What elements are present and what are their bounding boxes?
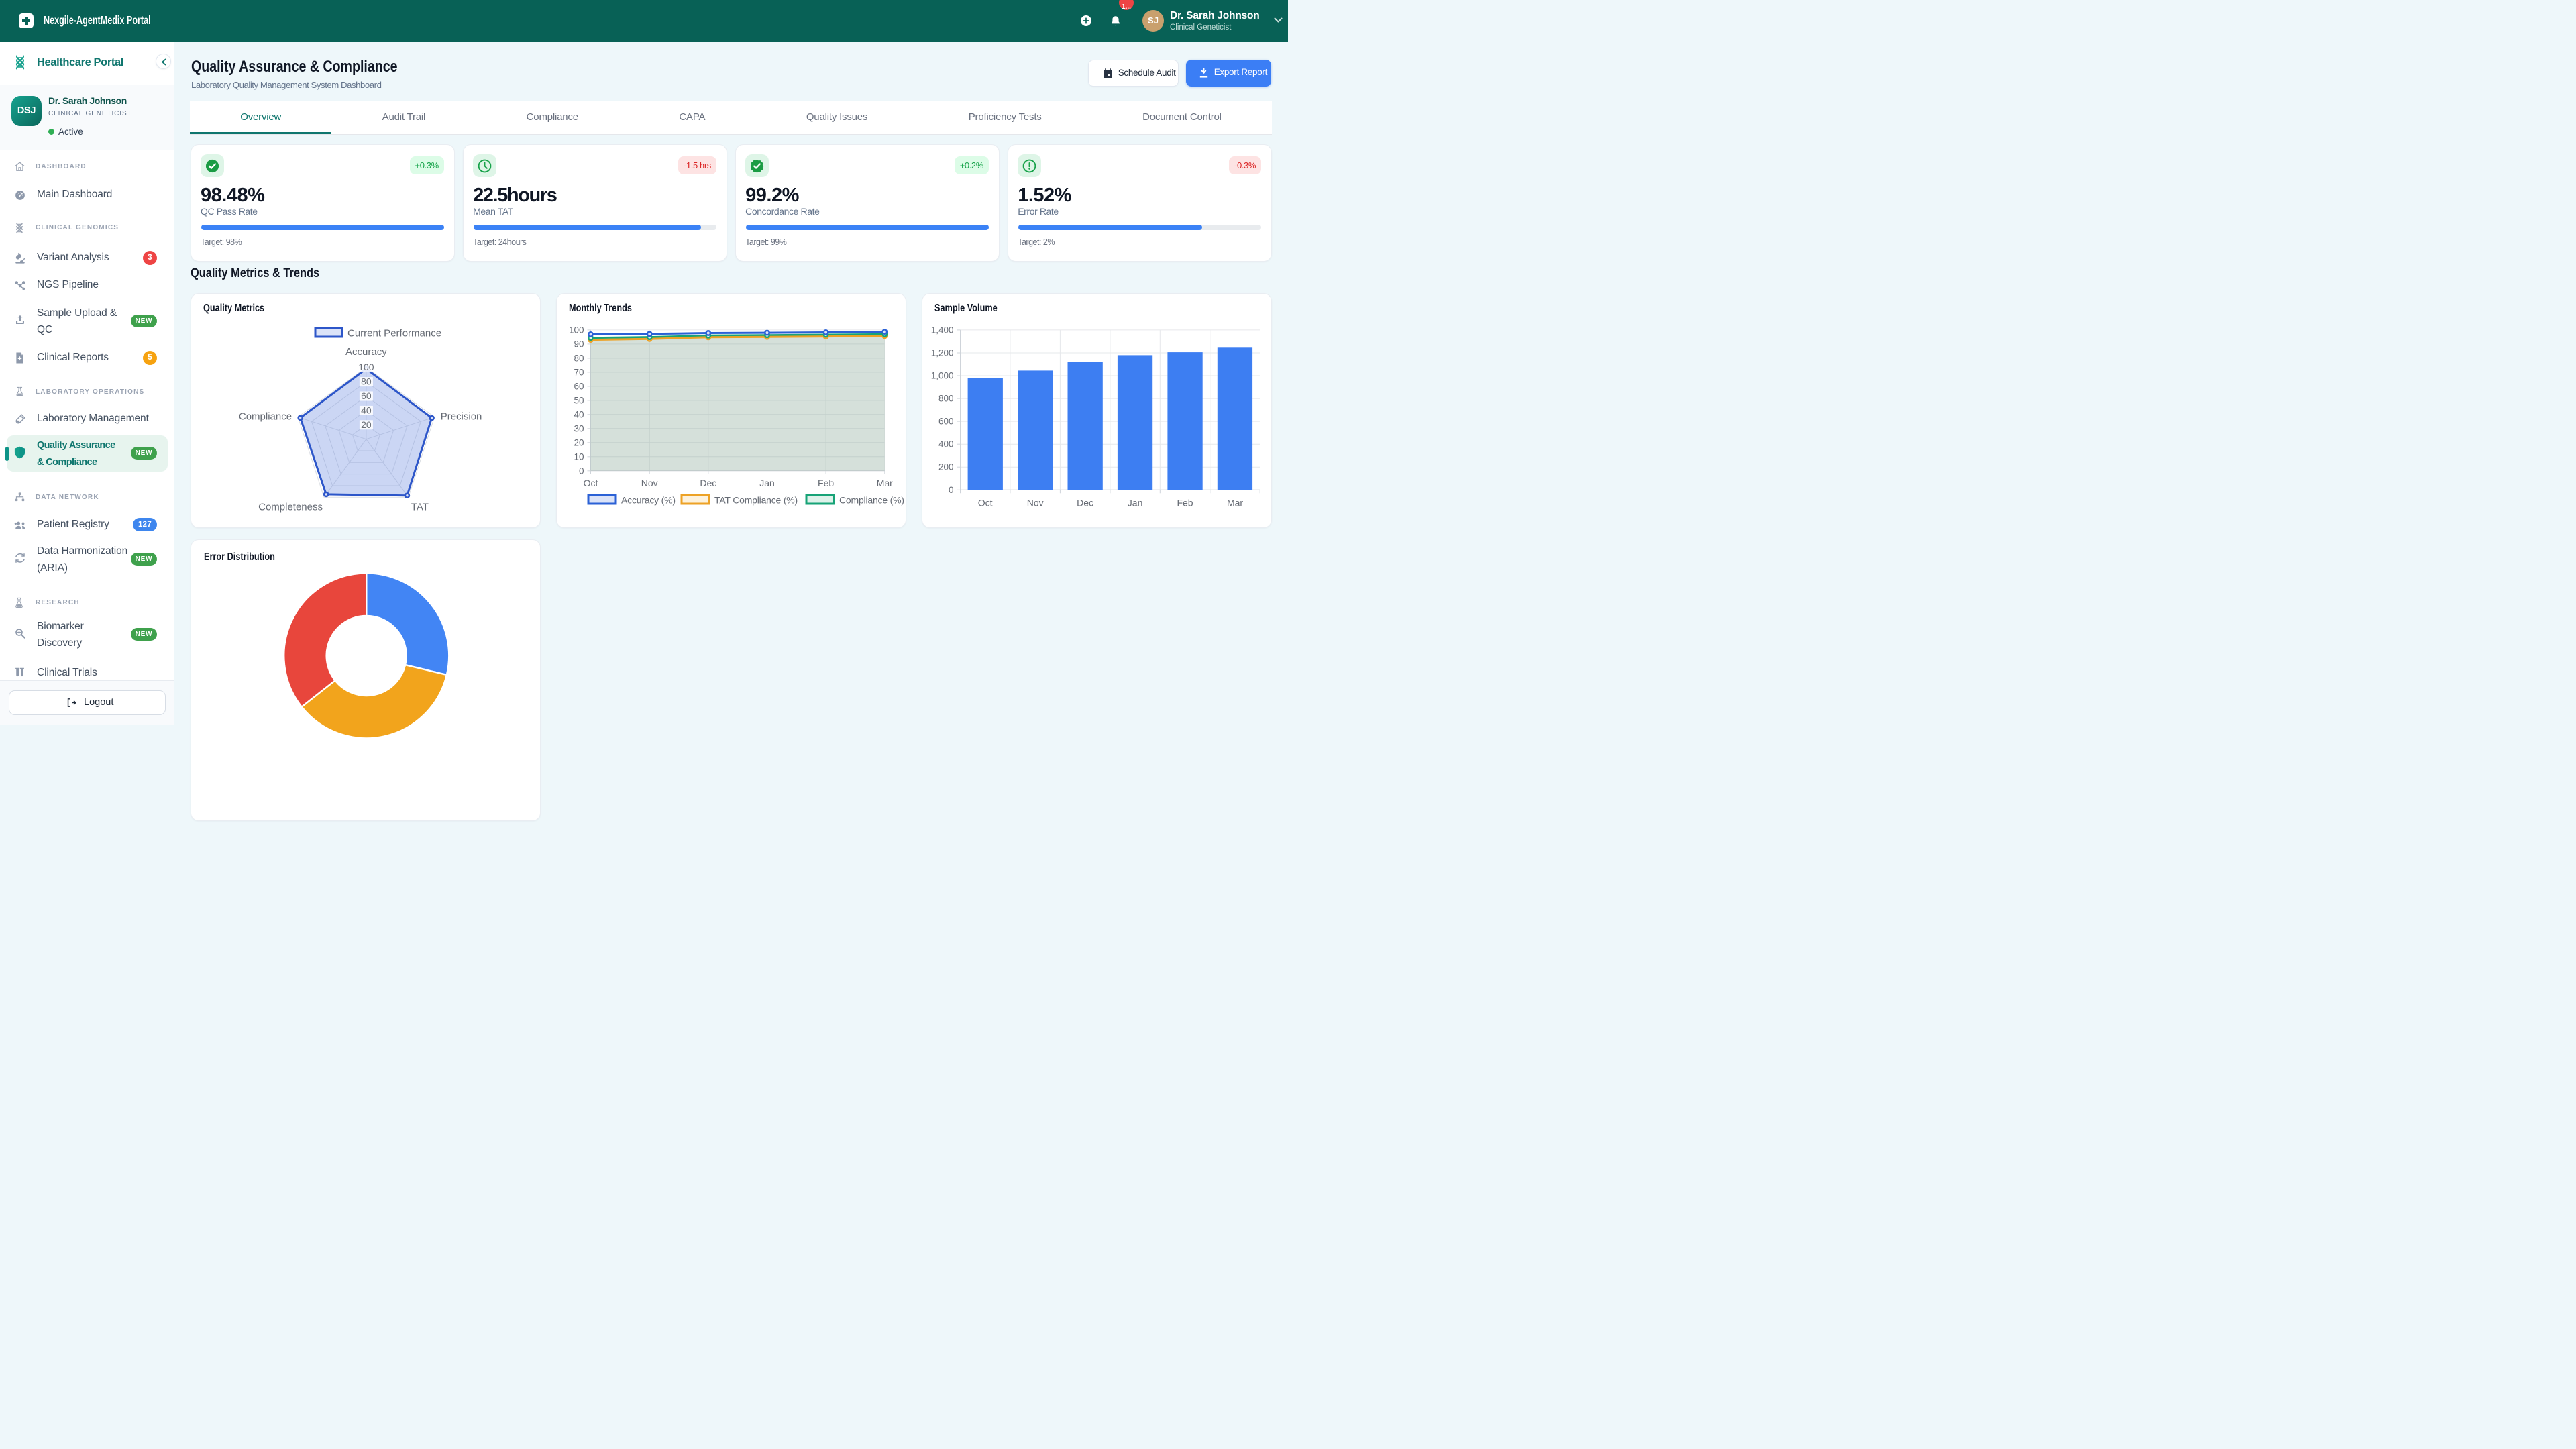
svg-text:Completeness: Completeness — [258, 501, 323, 513]
svg-text:100: 100 — [358, 362, 374, 372]
svg-text:60: 60 — [361, 390, 372, 401]
svg-text:80: 80 — [574, 353, 584, 363]
svg-text:0: 0 — [949, 485, 954, 495]
svg-text:10: 10 — [574, 451, 584, 462]
svg-text:Nov: Nov — [1027, 497, 1044, 508]
svg-text:Jan: Jan — [759, 478, 775, 488]
svg-text:20: 20 — [574, 437, 584, 447]
svg-text:TAT: TAT — [411, 501, 429, 513]
svg-text:1,000: 1,000 — [931, 371, 954, 381]
svg-text:Oct: Oct — [978, 497, 993, 508]
svg-text:60: 60 — [574, 381, 584, 391]
svg-text:TAT Compliance (%): TAT Compliance (%) — [714, 495, 798, 506]
svg-text:70: 70 — [574, 367, 584, 377]
svg-text:Nov: Nov — [641, 478, 658, 488]
svg-text:Compliance: Compliance — [239, 411, 292, 423]
svg-text:Oct: Oct — [584, 478, 598, 488]
svg-text:50: 50 — [574, 395, 584, 405]
svg-text:Feb: Feb — [1177, 497, 1193, 508]
svg-text:Accuracy (%): Accuracy (%) — [621, 495, 676, 506]
svg-text:80: 80 — [361, 376, 372, 387]
svg-text:100: 100 — [569, 325, 584, 335]
svg-text:Jan: Jan — [1128, 497, 1143, 508]
svg-text:Mar: Mar — [877, 478, 893, 488]
svg-text:800: 800 — [938, 394, 954, 404]
svg-text:40: 40 — [361, 405, 372, 415]
svg-text:90: 90 — [574, 339, 584, 349]
svg-text:Current Performance: Current Performance — [347, 328, 441, 339]
svg-text:200: 200 — [938, 462, 954, 472]
svg-text:400: 400 — [938, 439, 954, 449]
svg-text:20: 20 — [361, 419, 372, 430]
svg-text:40: 40 — [574, 409, 584, 419]
svg-text:Accuracy: Accuracy — [345, 346, 387, 358]
svg-text:30: 30 — [574, 423, 584, 433]
svg-text:Compliance (%): Compliance (%) — [839, 495, 904, 506]
svg-text:Dec: Dec — [1077, 497, 1093, 508]
svg-text:Feb: Feb — [818, 478, 834, 488]
svg-text:Precision: Precision — [441, 411, 482, 423]
svg-text:600: 600 — [938, 417, 954, 427]
svg-text:1,400: 1,400 — [931, 325, 954, 335]
svg-text:Dec: Dec — [700, 478, 716, 488]
svg-text:0: 0 — [579, 466, 584, 476]
svg-text:1,200: 1,200 — [931, 348, 954, 358]
svg-text:Mar: Mar — [1227, 497, 1243, 508]
